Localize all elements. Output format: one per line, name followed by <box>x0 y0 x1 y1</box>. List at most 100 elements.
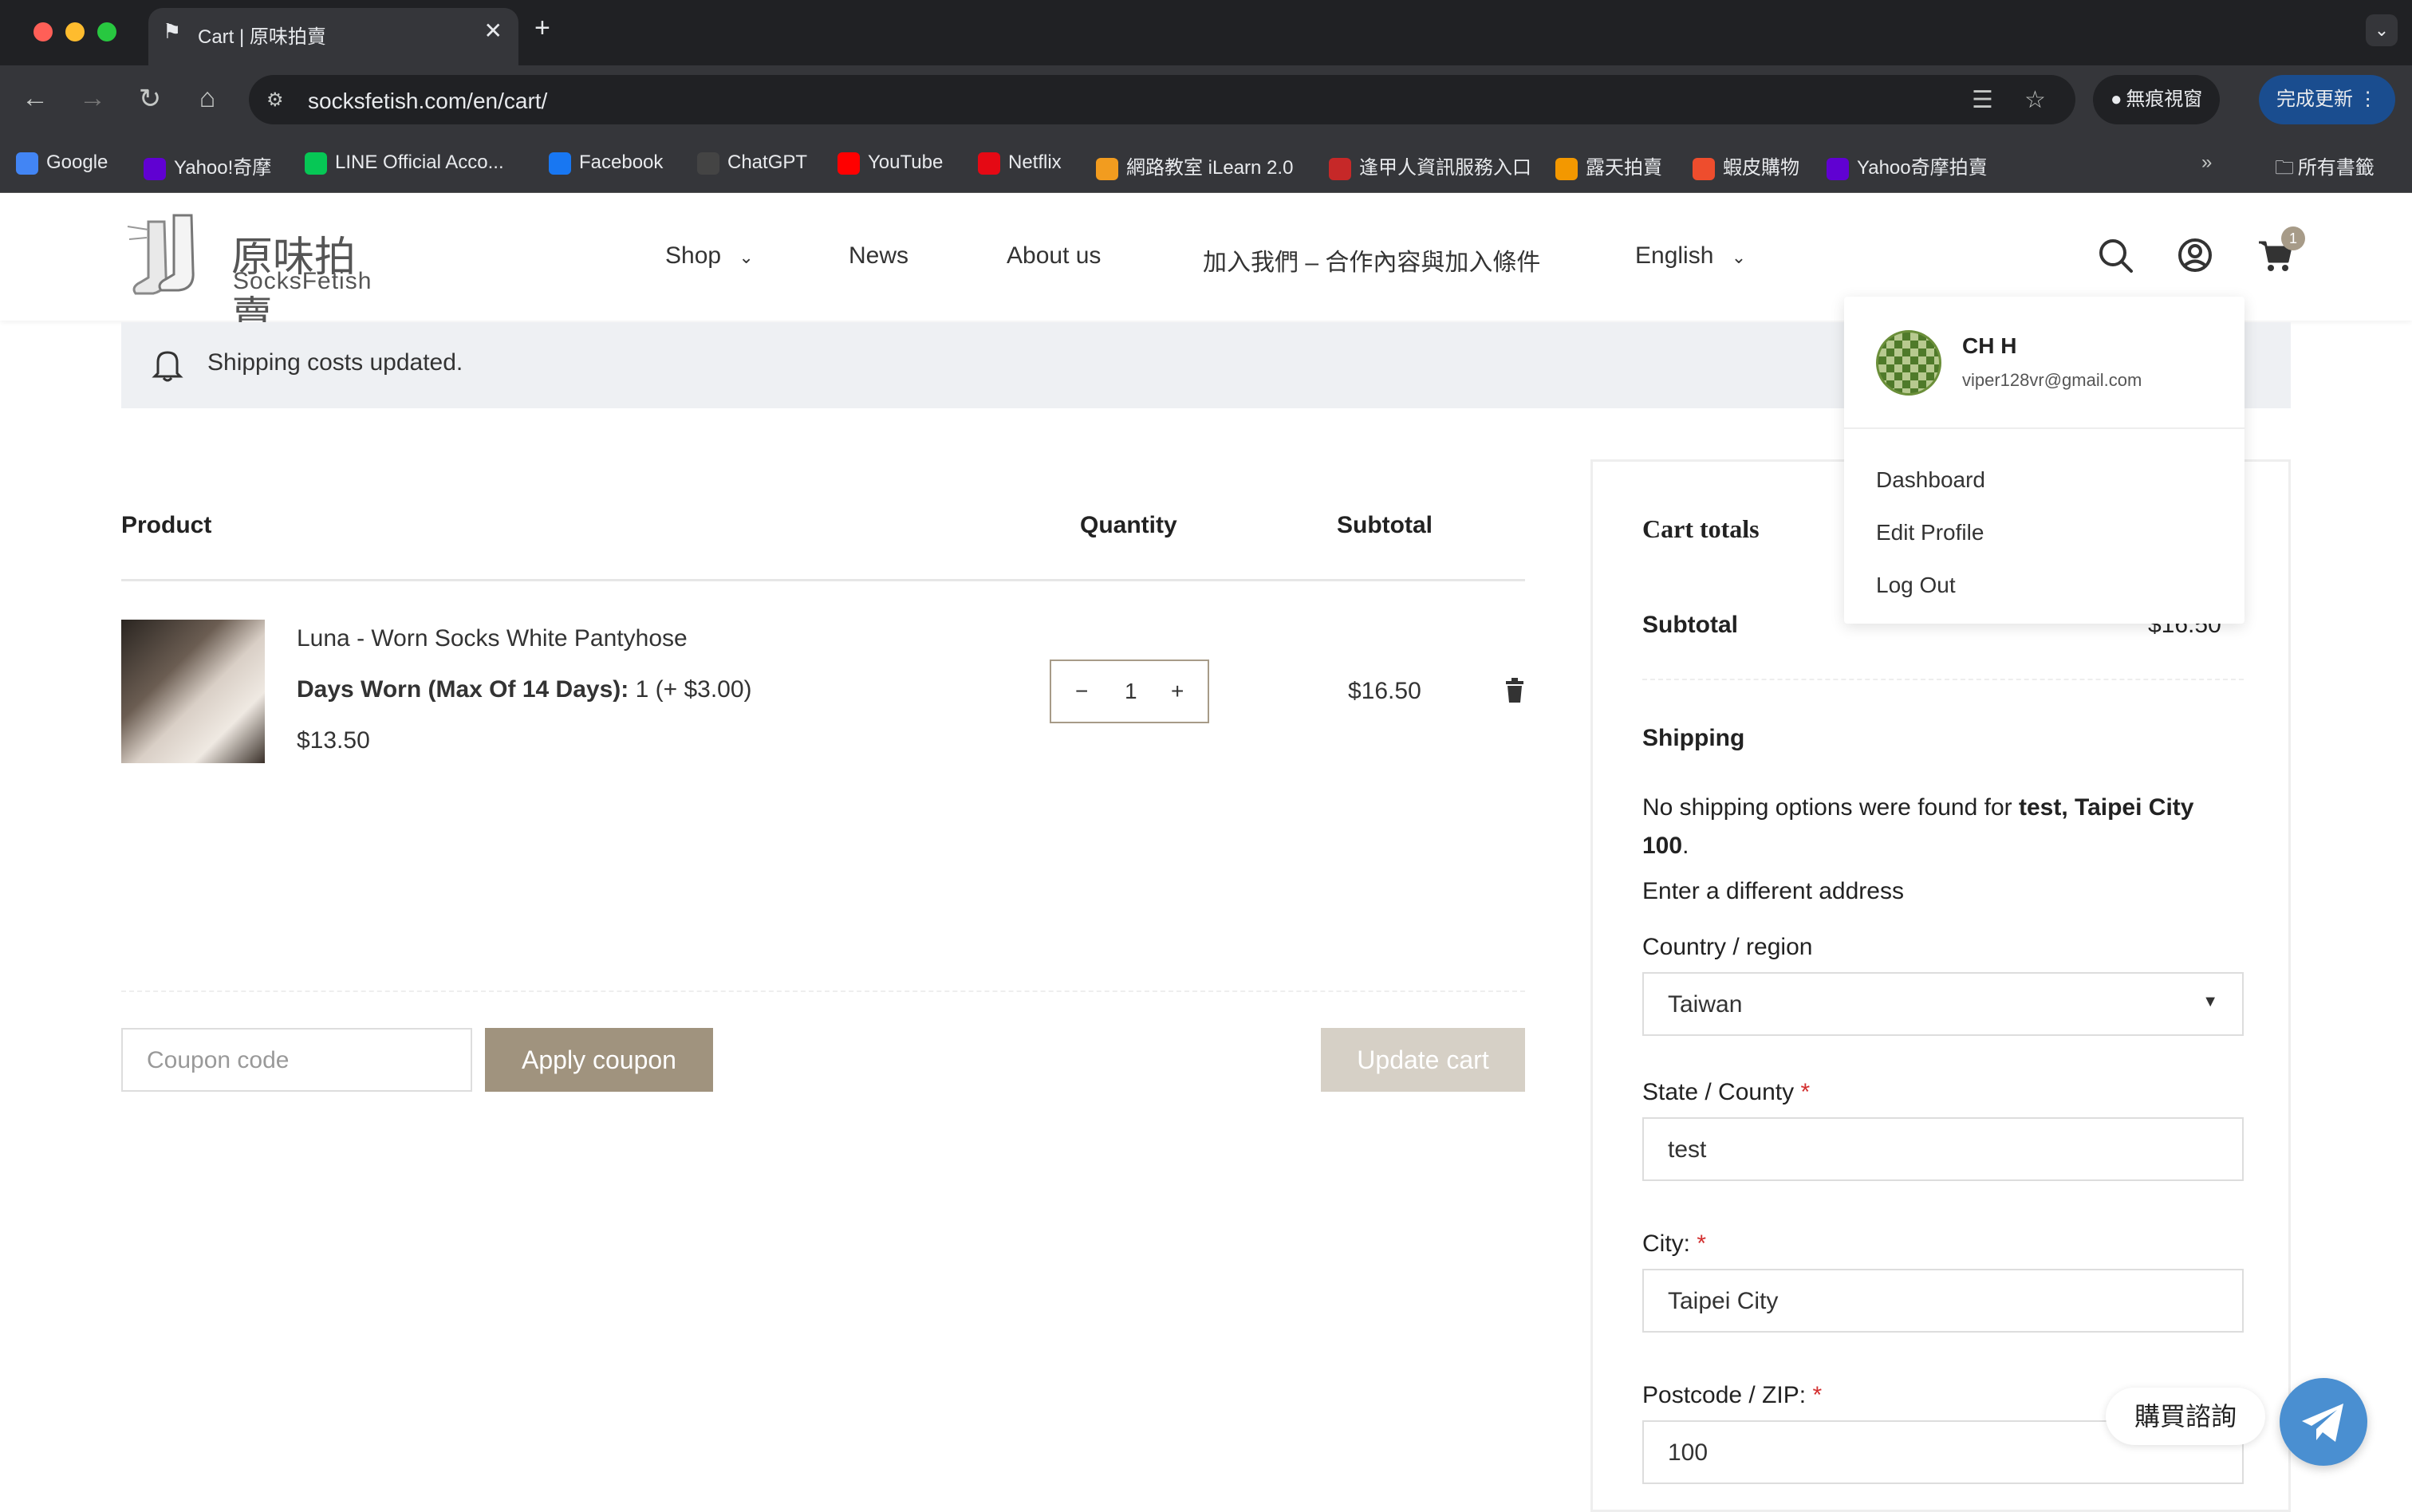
product-thumbnail[interactable] <box>121 620 265 763</box>
site-info-icon[interactable]: ⚙ <box>266 89 284 112</box>
back-icon[interactable]: ← <box>19 83 51 114</box>
bookmark-5[interactable]: ChatGPT <box>697 152 807 175</box>
bookmark-label: Google <box>46 152 108 173</box>
bookmark-label: 逢甲人資訊服務入口 <box>1359 157 1531 179</box>
apply-coupon-button[interactable]: Apply coupon <box>485 1028 713 1092</box>
telegram-icon <box>2302 1404 2343 1442</box>
quantity-decrease-button[interactable]: − <box>1075 679 1088 704</box>
chat-label[interactable]: 購買諮詢 <box>2106 1388 2265 1445</box>
account-icon[interactable] <box>2176 236 2214 274</box>
chevron-down-icon: ⌄ <box>1731 247 1747 267</box>
incognito-indicator[interactable]: ● 無痕視窗 <box>2093 75 2221 124</box>
shipping-label: Shipping <box>1642 725 1745 751</box>
all-bookmarks-button[interactable]: 🗀 所有書籤 <box>2275 152 2375 187</box>
browser-tab-strip: ⚑ Cart | 原味拍賣 ✕ + ⌄ <box>0 0 2412 65</box>
bookmarks-overflow-icon[interactable]: » <box>2201 152 2212 174</box>
all-bookmarks-label: 所有書籤 <box>2297 157 2375 179</box>
menu-item-edit-profile[interactable]: Edit Profile <box>1876 520 1984 545</box>
translate-icon[interactable]: ☰ <box>1972 86 1993 114</box>
update-cart-button[interactable]: Update cart <box>1321 1028 1525 1092</box>
tab-title: Cart | 原味拍賣 <box>198 26 326 48</box>
required-mark: * <box>1812 1382 1823 1408</box>
product-name-link[interactable]: Luna - Worn Socks White Pantyhose <box>297 625 688 652</box>
bookmark-star-icon[interactable]: ☆ <box>2024 86 2046 114</box>
bookmark-11[interactable]: 蝦皮購物 <box>1693 152 1799 180</box>
totals-divider <box>1642 679 2244 680</box>
bookmark-label: Facebook <box>579 152 664 173</box>
variation-value: 1 (+ $3.00) <box>635 676 752 703</box>
bookmark-label: Yahoo奇摩拍賣 <box>1857 157 1988 179</box>
nav-about[interactable]: About us <box>1007 242 1101 270</box>
nav-join[interactable]: 加入我們 – 合作內容與加入條件 <box>1203 242 1540 278</box>
new-tab-button[interactable]: + <box>534 13 550 44</box>
tab-search-button[interactable]: ⌄ <box>2366 14 2398 46</box>
site-logo[interactable]: 原味拍賣 SocksFetish <box>124 211 372 341</box>
minimize-window-button[interactable] <box>65 22 85 41</box>
bookmark-10[interactable]: 露天拍賣 <box>1555 152 1662 180</box>
subtotal-label: Subtotal <box>1642 612 1738 638</box>
country-select[interactable]: Taiwan ▼ <box>1642 972 2244 1036</box>
yahoo-icon <box>144 157 166 180</box>
close-window-button[interactable] <box>34 22 53 41</box>
chat-button[interactable] <box>2280 1378 2367 1466</box>
bookmark-4[interactable]: Facebook <box>549 152 663 175</box>
table-header-divider <box>121 579 1525 581</box>
bookmark-8[interactable]: 網路教室 iLearn 2.0 <box>1096 152 1293 180</box>
home-icon[interactable]: ⌂ <box>191 83 223 114</box>
trash-icon[interactable] <box>1504 678 1525 703</box>
incognito-icon: ● <box>2110 89 2126 110</box>
bookmark-7[interactable]: Netflix <box>978 152 1062 175</box>
bookmark-9[interactable]: 逢甲人資訊服務入口 <box>1329 152 1531 180</box>
address-bar[interactable]: ⚙ socksfetish.com/en/cart/ ☰ ☆ <box>249 75 2075 124</box>
different-address-link[interactable]: Enter a different address <box>1642 878 1904 905</box>
city-label: City: * <box>1642 1230 1706 1258</box>
reload-icon[interactable]: ↻ <box>134 83 166 115</box>
line-subtotal: $16.50 <box>1348 678 1421 704</box>
required-mark: * <box>1800 1079 1811 1105</box>
no-shipping-suffix: . <box>1682 833 1689 859</box>
nav-language[interactable]: English ⌄ <box>1635 242 1746 270</box>
menu-item-dashboard[interactable]: Dashboard <box>1876 467 1985 493</box>
facebook-icon <box>549 152 571 175</box>
update-label: 完成更新 <box>2276 89 2353 110</box>
bookmark-label: 露天拍賣 <box>1586 157 1662 179</box>
bookmark-label: 蝦皮購物 <box>1723 157 1799 179</box>
forward-icon[interactable]: → <box>77 83 108 114</box>
quantity-value[interactable]: 1 <box>1125 679 1137 704</box>
bookmark-3[interactable]: LINE Official Acco... <box>305 152 504 175</box>
maximize-window-button[interactable] <box>97 22 116 41</box>
coupon-code-input[interactable]: Coupon code <box>121 1028 472 1092</box>
nav-shop[interactable]: Shop ⌄ <box>665 242 754 270</box>
bookmark-1[interactable]: Google <box>16 152 108 175</box>
city-label-text: City: <box>1642 1230 1690 1257</box>
yahoo-auction-icon <box>1827 157 1849 180</box>
update-button[interactable]: 完成更新 ⋮ <box>2259 75 2395 124</box>
bookmark-12[interactable]: Yahoo奇摩拍賣 <box>1827 152 1988 180</box>
menu-item-log-out[interactable]: Log Out <box>1876 573 1956 598</box>
site-favicon-icon: ⚑ <box>163 19 182 43</box>
cart-count-badge: 1 <box>2281 226 2305 250</box>
url-text: socksfetish.com/en/cart/ <box>308 89 548 113</box>
product-variation: Days Worn (Max Of 14 Days): 1 (+ $3.00) <box>297 676 752 703</box>
bookmark-label: Netflix <box>1008 152 1062 173</box>
dropdown-divider <box>1844 427 2244 429</box>
close-tab-icon[interactable]: ✕ <box>484 18 503 44</box>
bookmark-6[interactable]: YouTube <box>838 152 943 175</box>
caret-down-icon: ▼ <box>2202 993 2218 1010</box>
folder-icon: 🗀 <box>2275 157 2298 179</box>
browser-tab[interactable]: ⚑ Cart | 原味拍賣 ✕ <box>148 8 518 65</box>
column-header-product: Product <box>121 512 212 538</box>
city-input[interactable]: Taipei City <box>1642 1269 2244 1333</box>
quantity-stepper: − 1 + <box>1050 660 1209 723</box>
state-input[interactable]: test <box>1642 1117 2244 1181</box>
search-icon[interactable] <box>2096 236 2134 274</box>
account-email: viper128vr@gmail.com <box>1962 370 2142 390</box>
ruten-icon <box>1555 157 1578 180</box>
bookmark-2[interactable]: Yahoo!奇摩 <box>144 152 271 180</box>
browser-toolbar: ← → ↻ ⌂ ⚙ socksfetish.com/en/cart/ ☰ ☆ ●… <box>0 65 2412 134</box>
quantity-increase-button[interactable]: + <box>1171 679 1184 704</box>
required-mark: * <box>1697 1230 1707 1257</box>
nav-news[interactable]: News <box>849 242 908 270</box>
country-label: Country / region <box>1642 934 1813 960</box>
line-icon <box>305 152 327 175</box>
